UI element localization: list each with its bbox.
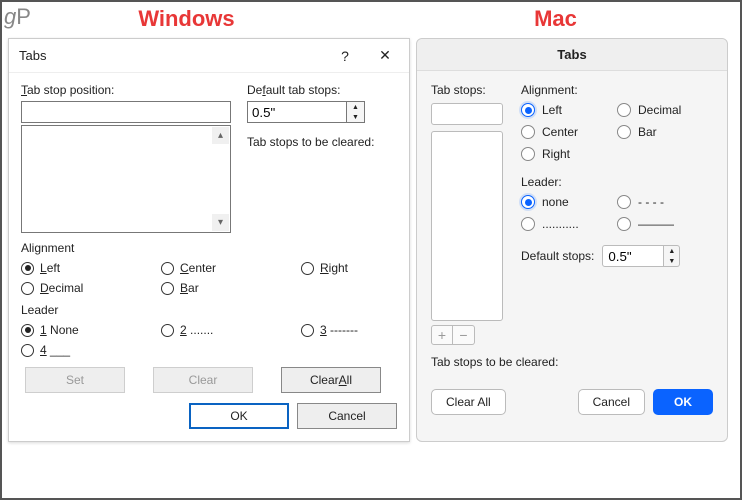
mac-alignment-decimal-radio[interactable]: Decimal xyxy=(617,103,713,117)
mac-clear-all-button[interactable]: Clear All xyxy=(431,389,506,415)
alignment-center-radio[interactable]: Center xyxy=(161,261,301,275)
mac-leader-none-radio[interactable]: none xyxy=(521,195,617,209)
mac-default-stops-label: Default stops: xyxy=(521,249,594,263)
mac-spinner-up-icon[interactable]: ▲ xyxy=(664,246,679,256)
alignment-right-radio[interactable]: Right xyxy=(301,261,401,275)
spinner-down-icon[interactable]: ▼ xyxy=(347,112,364,122)
default-tab-stops-input[interactable] xyxy=(247,101,347,123)
mac-leader-dots-radio[interactable]: ........... xyxy=(521,217,617,231)
clear-button[interactable]: Clear xyxy=(153,367,253,393)
tab-stop-position-input[interactable] xyxy=(21,101,231,123)
windows-heading: Windows xyxy=(2,2,371,38)
mac-tabs-dialog: Tabs Tab stops: + − Alignment: xyxy=(416,38,728,442)
mac-leader-label: Leader: xyxy=(521,175,713,189)
leader-2-dots-radio[interactable]: 2 ....... xyxy=(161,323,301,337)
mac-alignment-left-radio[interactable]: Left xyxy=(521,103,617,117)
alignment-section-label: Alignment xyxy=(21,241,397,255)
mac-tab-stops-label: Tab stops: xyxy=(431,83,509,97)
leader-4-underline-radio[interactable]: 4 ___ xyxy=(21,343,161,357)
mac-title: Tabs xyxy=(417,39,727,71)
clear-all-button[interactable]: Clear All xyxy=(281,367,381,393)
default-tab-stops-label: Default tab stops: xyxy=(247,83,397,97)
scroll-up-icon[interactable]: ▴ xyxy=(212,127,229,144)
mac-tab-stop-listbox[interactable] xyxy=(431,131,503,321)
alignment-bar-radio[interactable]: Bar xyxy=(161,281,301,295)
close-button[interactable]: ✕ xyxy=(365,39,405,73)
spinner-up-icon[interactable]: ▲ xyxy=(347,102,364,112)
mac-alignment-bar-radio[interactable]: Bar xyxy=(617,125,713,139)
mac-leader-dashes-radio[interactable]: - - - - xyxy=(617,195,713,209)
ok-button[interactable]: OK xyxy=(189,403,289,429)
alignment-decimal-radio[interactable]: Decimal xyxy=(21,281,161,295)
add-tab-stop-button[interactable]: + xyxy=(431,325,453,345)
help-button[interactable]: ? xyxy=(325,39,365,73)
scrollbar[interactable]: ▴ ▾ xyxy=(212,127,229,231)
mac-cancel-button[interactable]: Cancel xyxy=(578,389,645,415)
mac-spinner-down-icon[interactable]: ▼ xyxy=(664,256,679,266)
cancel-button[interactable]: Cancel xyxy=(297,403,397,429)
windows-titlebar: Tabs ? ✕ xyxy=(9,39,409,73)
remove-tab-stop-button[interactable]: − xyxy=(453,325,475,345)
mac-alignment-right-radio[interactable]: Right xyxy=(521,147,617,161)
mac-to-be-cleared-label: Tab stops to be cleared: xyxy=(431,355,713,369)
tab-stop-position-label: Tab stop position: xyxy=(21,83,231,97)
windows-title: Tabs xyxy=(19,48,325,63)
mac-default-stops-input[interactable] xyxy=(602,245,664,267)
leader-1-none-radio[interactable]: 1 None xyxy=(21,323,161,337)
logo: gP xyxy=(4,4,31,30)
windows-tabs-dialog: Tabs ? ✕ Tab stop position: ▴ ▾ xyxy=(8,38,410,442)
mac-ok-button[interactable]: OK xyxy=(653,389,713,415)
mac-tab-stop-input[interactable] xyxy=(431,103,503,125)
mac-leader-underline-radio[interactable]: ——— xyxy=(617,217,713,231)
mac-heading: Mac xyxy=(371,2,740,38)
mac-alignment-label: Alignment: xyxy=(521,83,713,97)
to-be-cleared-label: Tab stops to be cleared: xyxy=(247,135,397,149)
leader-section-label: Leader xyxy=(21,303,397,317)
leader-3-dashes-radio[interactable]: 3 ------- xyxy=(301,323,401,337)
set-button[interactable]: Set xyxy=(25,367,125,393)
scroll-down-icon[interactable]: ▾ xyxy=(212,214,229,231)
default-tab-stops-spinner[interactable]: ▲ ▼ xyxy=(247,101,397,123)
mac-alignment-center-radio[interactable]: Center xyxy=(521,125,617,139)
mac-default-stops-spinner[interactable]: ▲ ▼ xyxy=(602,245,680,267)
tab-stop-listbox[interactable]: ▴ ▾ xyxy=(21,125,231,233)
alignment-left-radio[interactable]: Left xyxy=(21,261,161,275)
